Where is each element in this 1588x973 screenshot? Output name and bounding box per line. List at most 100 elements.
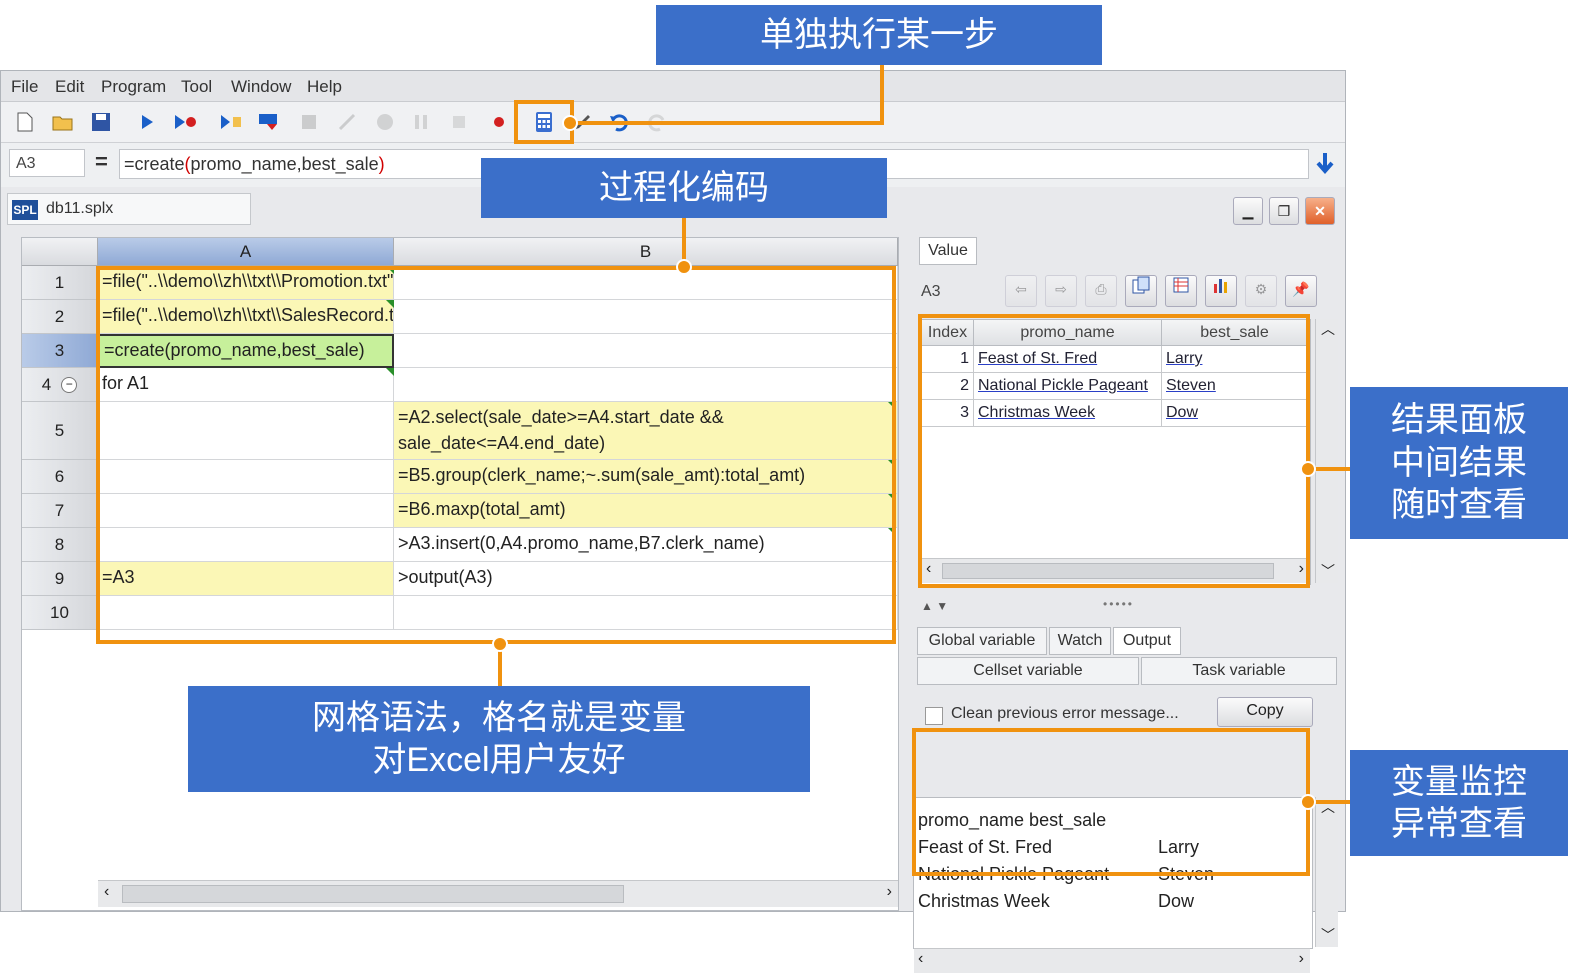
file-tab-name: db11.splx (46, 200, 114, 217)
connector-dot (1300, 794, 1316, 810)
collapse-icon[interactable]: − (61, 376, 78, 393)
callout-procedural-text: 过程化编码 (599, 168, 769, 207)
formula-prefix: =create (124, 154, 185, 174)
step-over-icon[interactable] (257, 110, 281, 134)
table-view-icon[interactable] (1165, 275, 1197, 307)
callout-result-text-3: 随时查看 (1391, 486, 1527, 525)
tab-task-variable[interactable]: Task variable (1141, 657, 1337, 685)
row-header[interactable]: 6 (22, 460, 98, 494)
menu-tool[interactable]: Tool (181, 77, 212, 97)
square-icon (447, 110, 471, 134)
row-header[interactable]: 4− (22, 368, 98, 402)
output-line: Christmas Week (918, 891, 1050, 911)
scroll-up-icon[interactable]: ︿ (1321, 319, 1335, 339)
copy-data-icon[interactable] (1125, 275, 1157, 307)
clean-error-checkbox[interactable] (925, 707, 943, 725)
callout-result: 结果面板 中间结果 随时查看 (1350, 387, 1568, 539)
menu-help[interactable]: Help (307, 77, 342, 97)
menu-edit[interactable]: Edit (55, 77, 84, 97)
pin-icon[interactable]: 📌 (1285, 275, 1317, 307)
tab-watch[interactable]: Watch (1049, 627, 1111, 655)
row-header[interactable]: 2 (22, 300, 98, 334)
scroll-right-icon[interactable]: › (887, 883, 892, 901)
callout-watch-text-2: 异常查看 (1391, 805, 1527, 843)
callout-step-text: 单独执行某一步 (760, 15, 998, 54)
callout-watch-text-1: 变量监控 (1391, 762, 1527, 801)
step-into-icon (297, 110, 321, 134)
output-line: Dow (1158, 891, 1195, 911)
value-toolbar: ⇦ ⇨ ⎙ ⚙ 📌 (1005, 275, 1317, 307)
connector-line (880, 64, 884, 125)
new-file-icon[interactable] (13, 110, 37, 134)
callout-grid: 网格语法，格名就是变量 对Excel用户友好 (188, 686, 810, 792)
scroll-right-icon[interactable]: › (1299, 950, 1304, 968)
scroll-down-icon[interactable]: ﹀ (1321, 925, 1335, 945)
menu-file[interactable]: File (11, 77, 38, 97)
cell-reference-field[interactable]: A3 (9, 149, 85, 177)
grid-horizontal-scrollbar[interactable]: ‹ › (98, 880, 898, 907)
output-horizontal-scrollbar[interactable]: ‹ › (914, 948, 1310, 973)
scroll-left-icon[interactable]: ‹ (918, 950, 923, 968)
connector-dot (562, 115, 578, 131)
connector-dot (676, 259, 692, 275)
connector-dot (1300, 461, 1316, 477)
row-header[interactable]: 7 (22, 494, 98, 528)
row-header[interactable]: 9 (22, 562, 98, 596)
tab-cellset-variable[interactable]: Cellset variable (917, 657, 1139, 685)
breakpoint-icon[interactable] (487, 110, 511, 134)
debug-run-icon[interactable] (173, 110, 197, 134)
export-icon: ⎙ (1085, 275, 1117, 307)
split-arrows-icon[interactable]: ▲ ▼ (921, 599, 948, 613)
formula-args: promo_name,best_sale (190, 154, 379, 174)
highlight-output-panel (912, 728, 1310, 876)
menu-window[interactable]: Window (231, 77, 291, 97)
value-tab[interactable]: Value (919, 237, 977, 265)
scroll-thumb[interactable] (122, 885, 624, 903)
grid-corner (22, 238, 98, 266)
minimize-button[interactable]: ▁ (1233, 197, 1263, 225)
scroll-down-icon[interactable]: ﹀ (1321, 561, 1335, 581)
expand-formula-icon[interactable] (1315, 151, 1335, 180)
stop-icon (373, 110, 397, 134)
step-out-icon (335, 110, 359, 134)
restore-button[interactable]: ❐ (1269, 197, 1299, 225)
row-header[interactable]: 8 (22, 528, 98, 562)
save-icon[interactable] (89, 110, 113, 134)
run-icon[interactable] (135, 110, 159, 134)
highlight-result-panel (918, 314, 1310, 588)
row-number: 4 (41, 374, 52, 394)
tab-output[interactable]: Output (1113, 627, 1181, 655)
forward-icon: ⇨ (1045, 275, 1077, 307)
row-header[interactable]: 3 (22, 334, 98, 368)
callout-result-text-2: 中间结果 (1391, 443, 1527, 482)
connector-dot (492, 636, 508, 652)
row-header[interactable]: 10 (22, 596, 98, 630)
scroll-left-icon[interactable]: ‹ (104, 883, 109, 901)
file-tab[interactable]: SPL db11.splx (7, 193, 251, 225)
connector-line (572, 121, 884, 125)
clean-error-label: Clean previous error message... (951, 705, 1179, 722)
highlight-grid-area (96, 266, 896, 644)
callout-procedural: 过程化编码 (481, 158, 887, 218)
menu-program[interactable]: Program (101, 77, 166, 97)
settings-icon: ⚙ (1245, 275, 1277, 307)
row-header[interactable]: 1 (22, 266, 98, 300)
pause-icon (409, 110, 433, 134)
tab-global-variable[interactable]: Global variable (917, 627, 1047, 655)
column-header-a[interactable]: A (98, 238, 394, 266)
chart-icon[interactable] (1205, 275, 1237, 307)
close-button[interactable]: ✕ (1305, 197, 1335, 225)
back-icon: ⇦ (1005, 275, 1037, 307)
callout-step: 单独执行某一步 (656, 5, 1102, 65)
row-header[interactable]: 5 (22, 402, 98, 460)
open-folder-icon[interactable] (51, 110, 75, 134)
split-handle-icon[interactable]: ••••• (1103, 597, 1134, 611)
output-vertical-scrollbar[interactable]: ︿ ﹀ (1315, 797, 1338, 947)
spl-badge: SPL (12, 200, 38, 220)
column-header-b[interactable]: B (394, 238, 898, 266)
run-to-cursor-icon[interactable] (219, 110, 243, 134)
result-vertical-scrollbar[interactable]: ︿ ﹀ (1315, 319, 1338, 583)
equals-sign: = (95, 149, 108, 174)
formula-paren-close: ) (378, 154, 385, 174)
copy-button[interactable]: Copy (1217, 697, 1313, 727)
